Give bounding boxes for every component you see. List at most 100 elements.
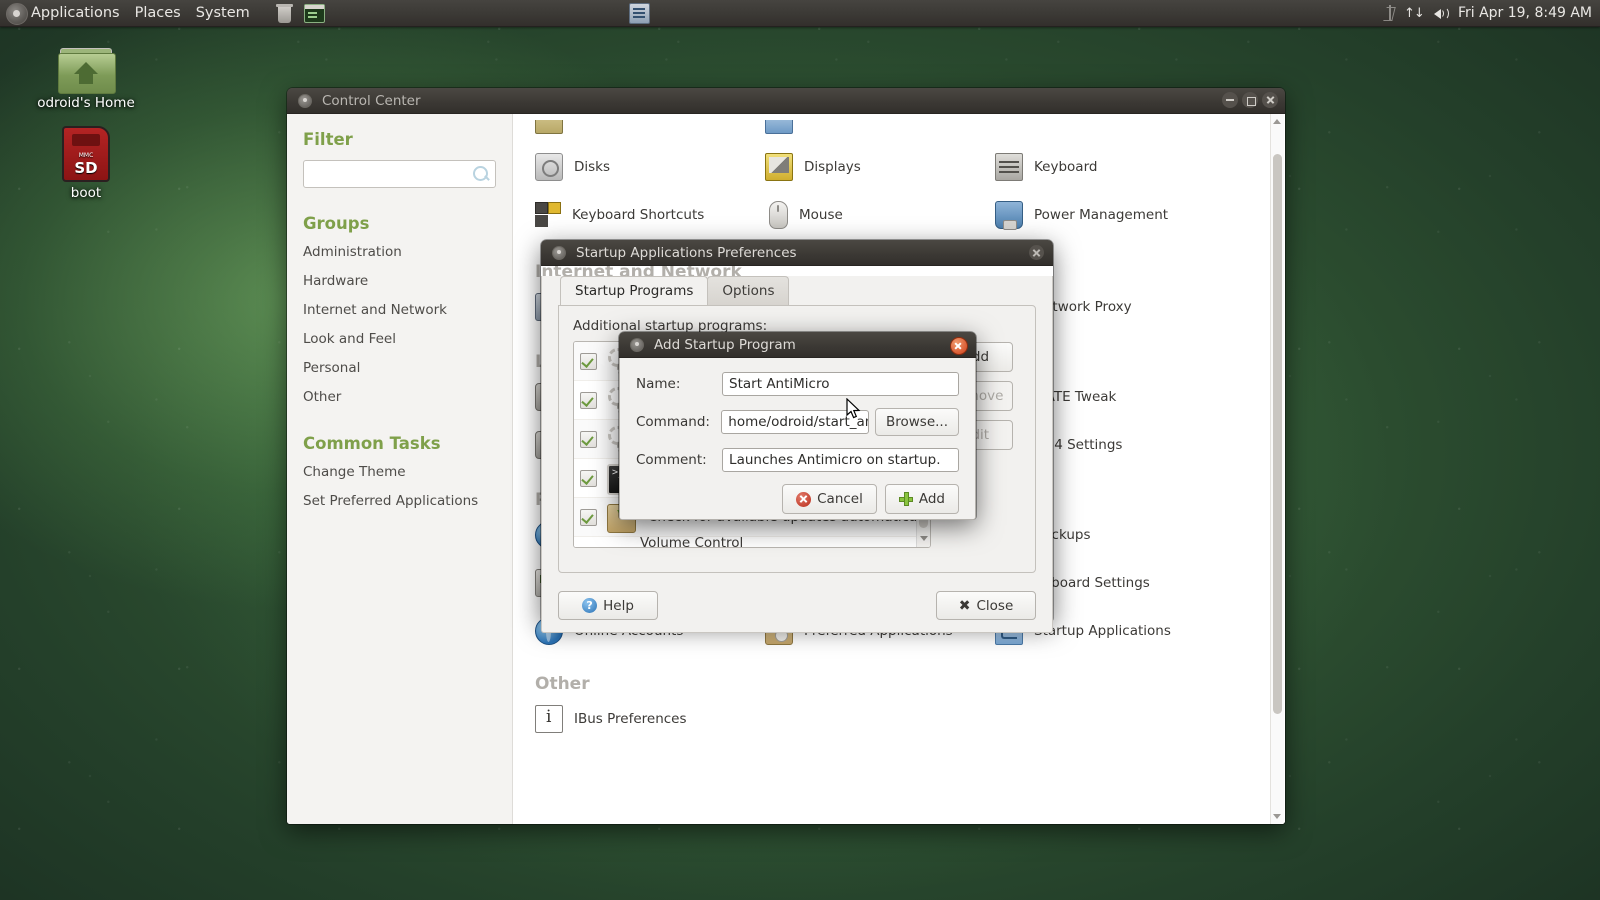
menu-applications[interactable]: Applications [31, 5, 120, 21]
sidebar-item-administration[interactable]: Administration [303, 244, 512, 260]
minimize-button[interactable] [1222, 92, 1238, 108]
terminal-icon[interactable] [304, 4, 325, 23]
tab-startup-programs[interactable]: Startup Programs [560, 276, 708, 305]
window-menu-icon[interactable] [552, 246, 566, 260]
filter-input[interactable] [303, 160, 496, 188]
sidebar-item-look-and-feel[interactable]: Look and Feel [303, 331, 512, 347]
desktop-icon-boot[interactable]: MMCSD boot [26, 126, 146, 201]
row-checkbox[interactable] [580, 470, 597, 487]
search-icon [473, 166, 488, 181]
sidebar-item-personal[interactable]: Personal [303, 360, 512, 376]
cc-item-disks[interactable]: Disks [535, 150, 765, 184]
browse-button[interactable]: Browse... [875, 408, 959, 436]
cc-item-keyboard-shortcuts[interactable]: Keyboard Shortcuts [535, 198, 765, 232]
window-menu-icon[interactable] [630, 338, 644, 352]
scroll-up-arrow-icon[interactable] [1273, 119, 1281, 124]
cc-item-power-management[interactable]: Power Management [995, 198, 1255, 232]
cc-item-label: Keyboard Shortcuts [572, 207, 704, 223]
printer-icon [535, 120, 563, 134]
row-checkbox[interactable] [580, 509, 597, 526]
cancel-button-label: Cancel [817, 491, 863, 507]
help-button[interactable]: ? Help [558, 591, 658, 620]
sidebar-item-internet-and-network[interactable]: Internet and Network [303, 302, 512, 318]
chevron-up-icon [995, 120, 1021, 132]
trash-icon[interactable] [276, 4, 293, 23]
control-center-taskbar-icon[interactable] [629, 3, 650, 24]
cc-item-label: Disks [574, 159, 610, 175]
close-dialog-button[interactable]: ✖ Close [936, 591, 1036, 620]
top-panel: Applications Places System ↑↓ Fri Apr 19… [0, 0, 1600, 27]
sidebar-item-change-theme[interactable]: Change Theme [303, 464, 512, 480]
add-startup-program-dialog: Add Startup Program Name: Start AntiMicr… [619, 332, 976, 519]
cancel-button[interactable]: Cancel [782, 484, 877, 514]
control-center-title: Control Center [322, 93, 421, 109]
sidebar-item-set-preferred-applications[interactable]: Set Preferred Applications [303, 493, 512, 509]
sidebar-item-other[interactable]: Other [303, 389, 512, 405]
name-label: Name: [636, 376, 722, 392]
cc-item-label: Mouse [799, 207, 843, 223]
scrollbar-thumb[interactable] [1273, 154, 1282, 714]
name-input[interactable]: Start AntiMicro [722, 372, 959, 396]
row-checkbox[interactable] [580, 353, 597, 370]
row-checkbox[interactable] [580, 392, 597, 409]
close-button[interactable] [1029, 245, 1044, 260]
filter-heading: Filter [303, 130, 512, 149]
cc-item-keyboard[interactable]: Keyboard [995, 150, 1255, 184]
cc-item-partial-removable[interactable] [765, 120, 995, 134]
power-management-icon [995, 201, 1023, 229]
add-startup-program-titlebar[interactable]: Add Startup Program [619, 332, 976, 358]
removable-media-icon [765, 120, 793, 134]
add-button-label: Add [919, 491, 945, 507]
command-input[interactable]: home/odroid/start_am [721, 410, 869, 434]
window-menu-icon[interactable] [298, 94, 312, 108]
control-center-titlebar[interactable]: Control Center [287, 88, 1285, 114]
scroll-down-arrow-icon[interactable] [1273, 814, 1281, 819]
ibus-preferences-icon [535, 705, 563, 733]
cc-item-label: IBus Preferences [574, 711, 687, 727]
cc-item-mouse[interactable]: Mouse [765, 198, 995, 232]
help-icon: ? [582, 598, 597, 613]
close-button[interactable] [950, 337, 968, 355]
comment-label: Comment: [636, 452, 722, 468]
control-center-sidebar: Filter Groups Administration Hardware In… [287, 114, 513, 824]
scroll-down-arrow-icon[interactable] [920, 536, 928, 541]
close-button-label: Close [976, 598, 1013, 614]
ubuntu-logo-icon[interactable] [6, 3, 28, 25]
startup-applications-tabs: Startup Programs Options [560, 276, 1052, 305]
home-folder-icon [58, 48, 114, 92]
keyboard-shortcuts-icon [535, 202, 561, 228]
tab-options[interactable]: Options [707, 276, 789, 305]
control-center-scrollbar[interactable] [1270, 114, 1284, 824]
list-item[interactable]: Volume Control [574, 537, 930, 548]
clock[interactable]: Fri Apr 19, 8:49 AM [1458, 5, 1592, 21]
cc-item-partial-printers[interactable] [535, 120, 765, 134]
desktop-icon-label: odroid's Home [26, 95, 146, 111]
keyboard-icon [995, 153, 1023, 181]
cc-item-displays[interactable]: Displays [765, 150, 995, 184]
system-tray: ↑↓ Fri Apr 19, 8:49 AM [1384, 0, 1592, 26]
startup-applications-titlebar[interactable]: Startup Applications Preferences [541, 240, 1053, 266]
add-startup-program-title: Add Startup Program [654, 337, 796, 353]
close-icon: ✖ [959, 598, 971, 614]
close-button[interactable] [1262, 92, 1278, 108]
cancel-icon [796, 492, 811, 507]
bluetooth-icon[interactable] [1384, 5, 1395, 21]
comment-input[interactable]: Launches Antimicro on startup. [722, 448, 959, 472]
cc-item-label: Power Management [1034, 207, 1168, 223]
common-tasks-heading: Common Tasks [303, 434, 512, 453]
desktop-icon-home[interactable]: odroid's Home [26, 48, 146, 111]
sidebar-item-hardware[interactable]: Hardware [303, 273, 512, 289]
cc-item-label: Displays [804, 159, 861, 175]
groups-heading: Groups [303, 214, 512, 233]
cc-item-partial-arrow[interactable] [995, 120, 1255, 134]
add-confirm-button[interactable]: Add [885, 484, 959, 514]
maximize-button[interactable] [1242, 92, 1258, 108]
displays-icon [765, 153, 793, 181]
network-icon[interactable]: ↑↓ [1404, 6, 1420, 21]
cc-item-ibus-preferences[interactable]: IBus Preferences [535, 702, 765, 736]
menu-system[interactable]: System [196, 5, 250, 21]
mouse-icon [769, 201, 788, 229]
volume-icon[interactable] [1429, 6, 1449, 21]
row-checkbox[interactable] [580, 431, 597, 448]
menu-places[interactable]: Places [135, 5, 181, 21]
